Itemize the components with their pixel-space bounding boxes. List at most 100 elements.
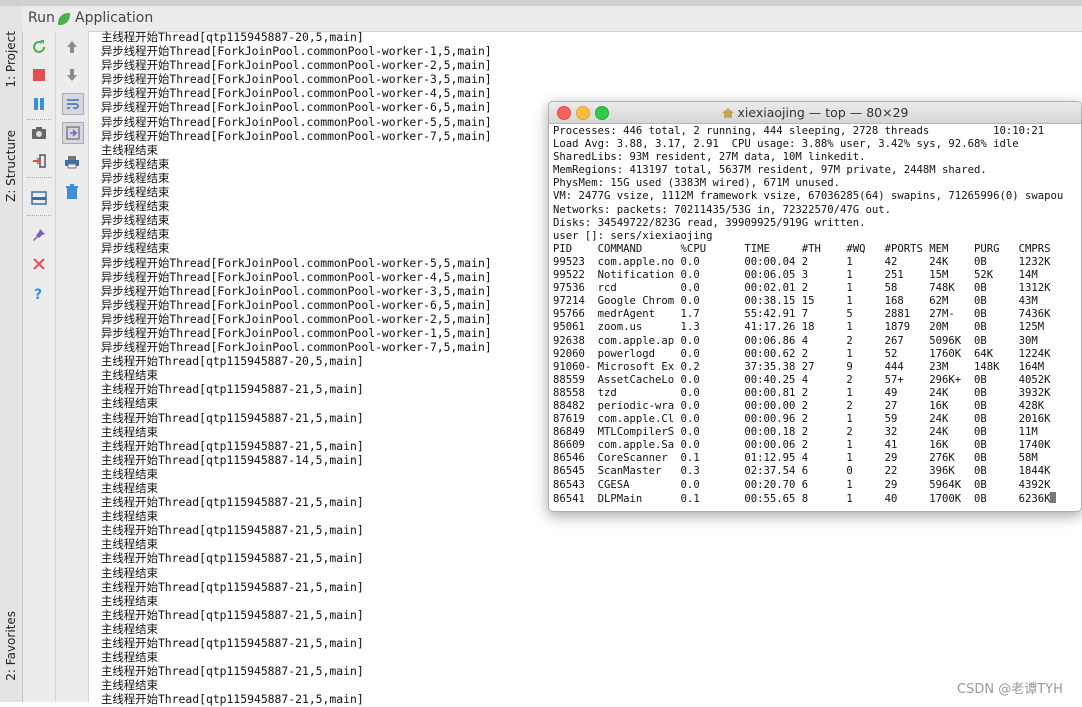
- process-row: 88559 AssetCacheLo 0.0 00:40.25 4 2 57+ …: [553, 373, 1051, 386]
- console-line: 主线程开始Thread[qtp115945887-21,5,main]: [101, 664, 364, 679]
- process-row: 86609 com.apple.Sa 0.0 00:00.06 2 1 41 1…: [553, 439, 1051, 452]
- terminal-summary-line: MemRegions: 413197 total, 5637M resident…: [553, 164, 987, 177]
- console-line: 主线程结束: [101, 466, 158, 481]
- tab-project-label: 1: Project: [4, 30, 18, 88]
- terminal-summary-line: VM: 2477G vsize, 1112M framework vsize, …: [553, 190, 1064, 203]
- arrow-up-icon[interactable]: [62, 37, 82, 57]
- tab-favorites[interactable]: 2: Favorites: [0, 596, 22, 696]
- rerun-icon[interactable]: [29, 37, 49, 57]
- console-line: 主线程开始Thread[qtp115945887-21,5,main]: [101, 495, 364, 510]
- print-icon[interactable]: [62, 152, 82, 172]
- terminal-summary-line: Networks: packets: 70211435/53G in, 7232…: [553, 203, 892, 216]
- terminal-titlebar[interactable]: xiexiaojing — top — 80×29: [549, 102, 1081, 124]
- terminal-output[interactable]: Processes: 446 total, 2 running, 444 sle…: [553, 125, 1063, 506]
- soft-wrap-icon[interactable]: [62, 93, 84, 115]
- terminal-summary-line: Processes: 446 total, 2 running, 444 sle…: [553, 125, 1045, 137]
- console-line: 主线程结束: [101, 424, 158, 439]
- console-line: 主线程结束: [101, 537, 158, 552]
- cursor: [1050, 491, 1057, 503]
- pause-icon[interactable]: [29, 94, 49, 114]
- process-row: 99523 com.apple.no 0.0 00:00.04 2 1 42 2…: [553, 255, 1051, 268]
- console-line: 异步线程结束: [101, 241, 170, 256]
- tab-project[interactable]: 1: Project: [0, 14, 22, 104]
- terminal-summary-line: SharedLibs: 93M resident, 27M data, 10M …: [553, 151, 866, 164]
- process-row: 92060 powerlogd 0.0 00:00.62 2 1 52 1760…: [553, 347, 1051, 360]
- console-line: 异步线程开始Thread[ForkJoinPool.commonPool-wor…: [101, 100, 492, 115]
- console-line: 主线程结束: [101, 650, 158, 665]
- tab-structure-label: Z: Structure: [4, 129, 18, 202]
- process-row: 86849 MTLCompilerS 0.0 00:00.18 2 2 32 2…: [553, 426, 1038, 439]
- pin-icon[interactable]: [29, 225, 49, 245]
- console-line: 主线程结束: [101, 368, 158, 383]
- console-line: 异步线程结束: [101, 213, 170, 228]
- console-line: 主线程开始Thread[qtp115945887-21,5,main]: [101, 382, 364, 397]
- layout-icon[interactable]: [29, 188, 49, 208]
- console-line: 异步线程开始Thread[ForkJoinPool.commonPool-wor…: [101, 311, 492, 326]
- console-line: 主线程结束: [101, 142, 158, 157]
- svg-text:?: ?: [34, 287, 42, 302]
- console-line: 主线程结束: [101, 621, 158, 636]
- terminal-title: xiexiaojing — top — 80×29: [737, 105, 909, 120]
- run-panel-header: Run Application: [22, 6, 1082, 32]
- console-line: 异步线程开始Thread[ForkJoinPool.commonPool-wor…: [101, 44, 492, 59]
- process-row: 92638 com.apple.ap 0.0 00:06.86 4 2 267 …: [553, 334, 1038, 347]
- run-config-name[interactable]: Application: [75, 10, 153, 26]
- console-line: 异步线程结束: [101, 185, 170, 200]
- home-icon: [721, 106, 734, 118]
- process-row: 99522 Notification 0.0 00:06.05 3 1 251 …: [553, 269, 1038, 282]
- close-icon[interactable]: [29, 254, 49, 274]
- process-row: 97214 Google Chrom 0.0 00:38.15 15 1 168…: [553, 295, 1038, 308]
- console-line: 主线程开始Thread[qtp115945887-21,5,main]: [101, 607, 364, 622]
- trash-icon[interactable]: [62, 182, 82, 202]
- console-line: 主线程开始Thread[qtp115945887-21,5,main]: [101, 551, 364, 566]
- console-line: 异步线程开始Thread[ForkJoinPool.commonPool-wor…: [101, 128, 492, 143]
- console-line: 异步线程开始Thread[ForkJoinPool.commonPool-wor…: [101, 325, 492, 340]
- console-line: 主线程结束: [101, 565, 158, 580]
- console-line: 异步线程开始Thread[ForkJoinPool.commonPool-wor…: [101, 340, 492, 355]
- help-icon[interactable]: ?: [29, 284, 49, 304]
- console-line: 异步线程开始Thread[ForkJoinPool.commonPool-wor…: [101, 297, 492, 312]
- console-line: 异步线程结束: [101, 199, 170, 214]
- console-line: 主线程开始Thread[qtp115945887-21,5,main]: [101, 692, 364, 707]
- run-toolbar-primary: ?: [23, 31, 56, 702]
- console-line: 异步线程开始Thread[ForkJoinPool.commonPool-wor…: [101, 72, 492, 87]
- process-row: 95061 zoom.us 1.3 41:17.26 18 1 1879 20M…: [553, 321, 1045, 334]
- tab-favorites-label: 2: Favorites: [4, 611, 18, 681]
- console-line: 主线程开始Thread[qtp115945887-21,5,main]: [101, 410, 364, 425]
- watermark: CSDN @老谭TYH: [957, 682, 1063, 697]
- toolbar-separator: [27, 119, 51, 120]
- console-line: 异步线程开始Thread[ForkJoinPool.commonPool-wor…: [101, 58, 492, 73]
- camera-icon[interactable]: [29, 123, 49, 143]
- console-line: 主线程开始Thread[qtp115945887-14,5,main]: [101, 452, 364, 467]
- console-line: 异步线程结束: [101, 227, 170, 242]
- console-output[interactable]: 主线程开始Thread[qtp115945887-20,5,main] 异步线程开…: [101, 30, 492, 707]
- tool-window-stripe: 1: Project Z: Structure 2: Favorites: [0, 6, 23, 702]
- console-line: 异步线程开始Thread[ForkJoinPool.commonPool-wor…: [101, 269, 492, 284]
- console-line: 异步线程结束: [101, 170, 170, 185]
- process-row: 88482 periodic-wra 0.0 00:00.00 2 2 27 1…: [553, 399, 1045, 412]
- run-toolbar-secondary: [56, 31, 89, 702]
- console-line: 主线程结束: [101, 593, 158, 608]
- run-label: Run: [28, 10, 55, 26]
- stop-icon[interactable]: [29, 65, 49, 85]
- process-row: 86546 CoreScanner 0.1 01:12.95 4 1 29 27…: [553, 452, 1038, 465]
- console-line: 异步线程开始Thread[ForkJoinPool.commonPool-wor…: [101, 86, 492, 101]
- spring-leaf-icon: [58, 13, 70, 25]
- toolbar-separator: [27, 177, 51, 178]
- process-row: 91060- Microsoft Ex 0.2 37:35.38 27 9 44…: [553, 360, 1045, 373]
- console-line: 主线程结束: [101, 509, 158, 524]
- tab-structure[interactable]: Z: Structure: [0, 118, 22, 213]
- terminal-window[interactable]: xiexiaojing — top — 80×29 Processes: 446…: [548, 101, 1082, 512]
- console-line: 异步线程开始Thread[ForkJoinPool.commonPool-wor…: [101, 114, 492, 129]
- terminal-summary-line: Load Avg: 3.88, 3.17, 2.91 CPU usage: 3.…: [553, 138, 1019, 151]
- scroll-to-end-icon[interactable]: [62, 122, 84, 144]
- process-row: 87619 com.apple.Cl 0.0 00:00.96 2 1 59 2…: [553, 413, 1051, 426]
- console-line: 异步线程结束: [101, 156, 170, 171]
- login-icon[interactable]: [29, 151, 49, 171]
- process-row: 86543 CGESA 0.0 00:20.70 6 1 29 5964K 0B…: [553, 478, 1051, 491]
- console-line: 主线程结束: [101, 678, 158, 693]
- console-line: 主线程开始Thread[qtp115945887-21,5,main]: [101, 438, 364, 453]
- toolbar-separator: [27, 215, 51, 216]
- arrow-down-icon[interactable]: [62, 65, 82, 85]
- console-line: 主线程结束: [101, 396, 158, 411]
